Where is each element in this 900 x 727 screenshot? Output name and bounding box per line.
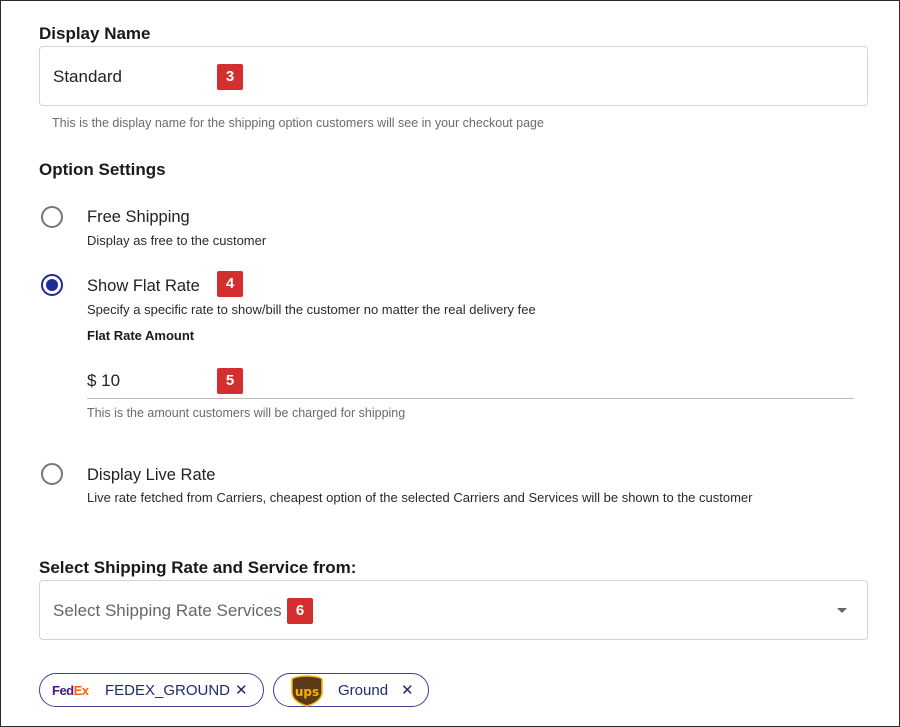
display-live-rate-label[interactable]: Display Live Rate bbox=[87, 466, 215, 485]
display-name-value: Standard bbox=[53, 67, 122, 86]
ups-logo: ups bbox=[290, 675, 324, 712]
display-live-rate-radio[interactable] bbox=[41, 463, 63, 485]
chip-label: FEDEX_GROUND bbox=[105, 682, 231, 699]
form-panel: Display Name Standard 3 This is the disp… bbox=[0, 0, 900, 727]
option-settings-heading: Option Settings bbox=[39, 160, 166, 179]
flat-rate-amount-input[interactable]: $ 10 bbox=[87, 363, 854, 399]
svg-text:ups: ups bbox=[295, 685, 319, 699]
show-flat-rate-radio[interactable] bbox=[41, 274, 63, 296]
annotation-badge-4: 4 bbox=[217, 271, 243, 297]
display-name-input[interactable]: Standard bbox=[39, 46, 868, 106]
chip-ups-ground: ups Ground ✕ bbox=[273, 673, 429, 707]
chevron-down-icon[interactable] bbox=[837, 608, 847, 613]
flat-rate-helper: This is the amount customers will be cha… bbox=[87, 406, 406, 420]
free-shipping-description: Display as free to the customer bbox=[87, 233, 267, 248]
annotation-badge-3: 3 bbox=[217, 64, 243, 90]
close-icon[interactable]: ✕ bbox=[235, 681, 248, 699]
show-flat-rate-label[interactable]: Show Flat Rate bbox=[87, 277, 200, 296]
shipping-services-heading: Select Shipping Rate and Service from: bbox=[39, 558, 357, 577]
show-flat-rate-description: Specify a specific rate to show/bill the… bbox=[87, 302, 536, 317]
annotation-badge-5: 5 bbox=[217, 368, 243, 394]
close-icon[interactable]: ✕ bbox=[401, 681, 414, 699]
chip-fedex-ground: FedEx FEDEX_GROUND ✕ bbox=[39, 673, 264, 707]
shipping-services-placeholder: Select Shipping Rate Services bbox=[53, 601, 282, 620]
flat-rate-amount-label: Flat Rate Amount bbox=[87, 328, 195, 343]
display-name-helper: This is the display name for the shippin… bbox=[52, 116, 544, 130]
free-shipping-label[interactable]: Free Shipping bbox=[87, 208, 190, 227]
annotation-badge-6: 6 bbox=[287, 598, 313, 624]
fedex-logo: FedEx bbox=[52, 683, 89, 698]
display-live-rate-description: Live rate fetched from Carriers, cheapes… bbox=[87, 490, 753, 505]
display-name-heading: Display Name bbox=[39, 24, 151, 43]
free-shipping-radio[interactable] bbox=[41, 206, 63, 228]
flat-rate-amount-value: $ 10 bbox=[87, 371, 121, 390]
chip-label: Ground bbox=[338, 682, 389, 699]
shipping-services-select[interactable]: Select Shipping Rate Services bbox=[39, 580, 868, 640]
